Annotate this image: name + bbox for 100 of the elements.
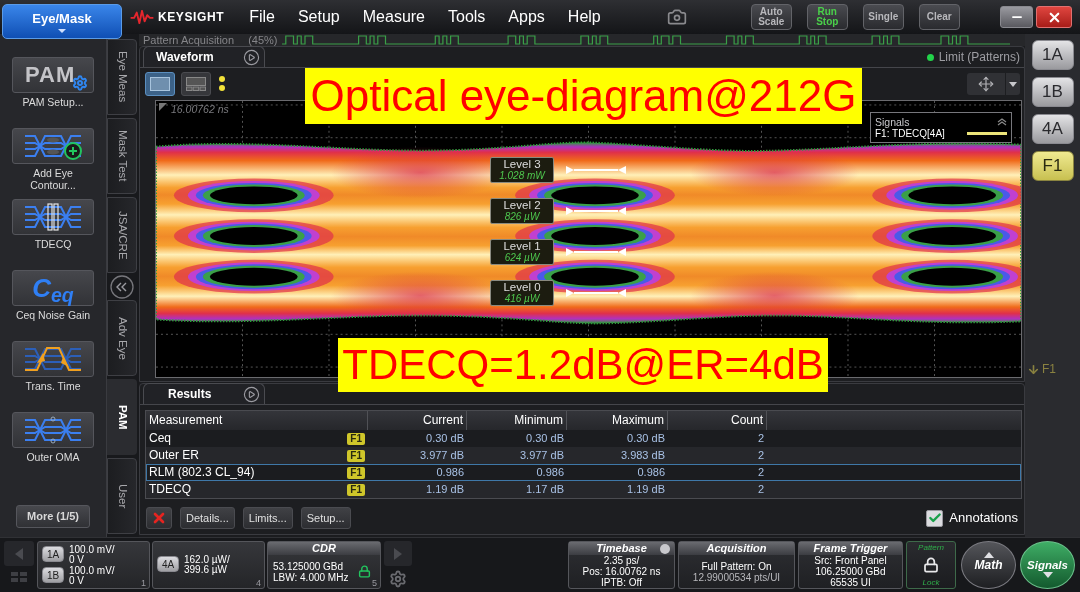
annotations-checkbox[interactable] xyxy=(926,509,944,527)
timebase-panel[interactable]: Timebase 2.35 ps/ Pos: 16.00762 ns IPTB: Off xyxy=(568,541,675,589)
table-cell-text: 2 xyxy=(756,465,765,480)
table-cell-text: 0.30 dB xyxy=(626,431,666,446)
caret-icon xyxy=(1009,81,1017,87)
panel-value: 65535 UI xyxy=(830,577,871,588)
level-value: 416 µW xyxy=(504,293,540,305)
slot-number: 5 xyxy=(372,578,377,588)
menu-item[interactable]: Measure xyxy=(362,6,425,27)
channel-offset: 0 V xyxy=(69,575,85,586)
results-tab[interactable]: Results xyxy=(143,383,265,404)
channel-scale: 100.0 mV/ xyxy=(69,544,115,555)
results-action-button[interactable]: Details... xyxy=(180,507,235,529)
tool-button[interactable]: Trans. Time xyxy=(1,341,105,412)
single-pane-icon xyxy=(150,77,170,91)
channel-chip[interactable]: 4A xyxy=(157,556,179,572)
results-action-button[interactable]: Setup... xyxy=(300,507,351,529)
down-arrow-icon xyxy=(1027,362,1040,376)
side-tab[interactable]: Mask Test xyxy=(107,118,137,194)
tool-button[interactable]: TDECQ xyxy=(1,199,105,270)
table-cell-text: 1.19 dB xyxy=(425,482,465,497)
panel-value: Src: Front Panel xyxy=(814,555,887,566)
two-dots-icon xyxy=(219,76,225,92)
math-button[interactable]: Math xyxy=(961,541,1016,589)
acquisition-panel[interactable]: Acquisition Full Pattern: On 12.99000534 pts/UI xyxy=(678,541,795,589)
waveform-tab[interactable]: Waveform xyxy=(143,46,265,67)
level-name: Level 2 xyxy=(503,199,541,211)
table-row[interactable]: TDECQ F1 1.19 dB 1.17 dB 1.19 dB 2 xyxy=(146,481,1021,498)
more-button[interactable]: More (1/5) xyxy=(16,505,90,528)
side-tab[interactable]: Eye Meas xyxy=(107,39,137,115)
corner-marker-icon xyxy=(159,103,167,111)
circle-icon xyxy=(660,543,670,554)
gear-icon[interactable] xyxy=(389,570,407,588)
tiled-view-button[interactable] xyxy=(181,72,211,96)
side-tab[interactable]: Adv Eye xyxy=(107,300,137,376)
channel-button[interactable]: 4A xyxy=(1031,114,1074,144)
channel-button[interactable]: 1B xyxy=(1031,77,1074,107)
slot-number: 1 xyxy=(141,578,146,588)
channel-button[interactable]: F1 xyxy=(1031,151,1074,181)
tool-button[interactable]: Outer OMA xyxy=(1,412,105,483)
eye-pattern-icon xyxy=(23,416,83,444)
caption-banner: TDECQ=1.2dB@ER=4dB xyxy=(338,338,828,392)
table-row[interactable]: Outer ER F1 3.977 dB 3.977 dB 3.983 dB 2 xyxy=(146,447,1021,464)
panel-title: Timebase xyxy=(596,542,647,555)
source-label: F1 xyxy=(347,466,365,479)
channel-chip[interactable]: 1B xyxy=(42,566,64,583)
dropdown-button[interactable] xyxy=(1006,73,1020,95)
eye-mask-button[interactable]: Eye/Mask xyxy=(2,4,122,39)
table-row[interactable]: RLM (802.3 CL_94) F1 0.986 0.986 0.986 2 xyxy=(146,464,1021,481)
side-tab[interactable]: PAM xyxy=(107,379,137,455)
tool-button[interactable]: Add Eye Contour... xyxy=(1,128,105,199)
panel-title: Frame Trigger xyxy=(813,542,888,555)
collapse-button[interactable] xyxy=(107,273,137,300)
menu-item[interactable]: Setup xyxy=(297,6,340,27)
channel-chip[interactable]: 1A xyxy=(42,545,64,562)
double-chevron-up-icon xyxy=(997,117,1007,126)
channel-scale: 100.0 mV/ xyxy=(69,565,115,576)
channel-marker: F1 xyxy=(1042,362,1056,376)
source-label: F1 xyxy=(347,449,365,462)
side-tab[interactable]: JSA/CRE xyxy=(107,197,137,273)
toolbar-button[interactable]: Run Stop xyxy=(806,4,848,30)
signals-button[interactable]: Signals xyxy=(1020,541,1075,589)
source-label: F1 xyxy=(347,483,365,496)
level-name: Level 1 xyxy=(503,240,541,252)
triangle-left-icon xyxy=(15,547,23,560)
frame-trigger-panel[interactable]: Frame Trigger Src: Front Panel 106.25000 GBd 65535 UI xyxy=(798,541,903,589)
panel-value: LBW: 4.000 MHz xyxy=(273,571,349,583)
measurement-name: Outer ER xyxy=(149,448,199,463)
table-cell-text: 0.986 xyxy=(636,465,666,480)
menu-item[interactable]: Apps xyxy=(508,6,545,27)
menu-item[interactable]: Tools xyxy=(448,6,486,27)
side-tab[interactable]: User xyxy=(107,458,137,534)
source-label: F1 xyxy=(347,432,365,445)
tiled-pane-icon xyxy=(186,77,206,91)
play-icon xyxy=(243,48,260,66)
cdr-panel[interactable]: CDR 53.125000 GBd LBW: 4.000 MHz 5 xyxy=(267,541,381,589)
limit-status: Limit (Patterns) xyxy=(938,50,1020,64)
table-cell-text: 2 xyxy=(756,448,765,463)
legend-entry: F1: TDECQ[4A] xyxy=(875,127,945,140)
toolbar-button[interactable]: Clear xyxy=(918,4,960,30)
close-button[interactable] xyxy=(1036,6,1072,28)
tool-button[interactable]: C$_{eq}$ Ceq Noise Gain xyxy=(1,270,105,341)
toolbar-button[interactable]: Auto Scale xyxy=(750,4,792,30)
menu-item[interactable]: File xyxy=(249,6,275,27)
triangle-up-icon xyxy=(983,552,994,558)
results-action-button[interactable]: Limits... xyxy=(242,507,293,529)
minimize-button[interactable] xyxy=(1000,6,1033,28)
menu-item[interactable]: Help xyxy=(567,6,601,27)
table-cell-text: 0.986 xyxy=(435,465,465,480)
single-view-button[interactable] xyxy=(145,72,175,96)
channel-button[interactable]: 1A xyxy=(1031,40,1074,70)
pattern-lock-panel[interactable]: Pattern Lock xyxy=(906,541,956,589)
toolbar-button[interactable]: Single xyxy=(862,4,904,30)
triangle-right-icon xyxy=(394,547,402,560)
level-marker-icon xyxy=(566,207,626,215)
level-marker-icon xyxy=(566,166,626,174)
check-icon xyxy=(927,511,942,525)
pan-button[interactable] xyxy=(967,73,1005,95)
delete-button[interactable] xyxy=(146,507,172,529)
tool-button[interactable]: PAM PAM Setup... xyxy=(1,57,105,128)
